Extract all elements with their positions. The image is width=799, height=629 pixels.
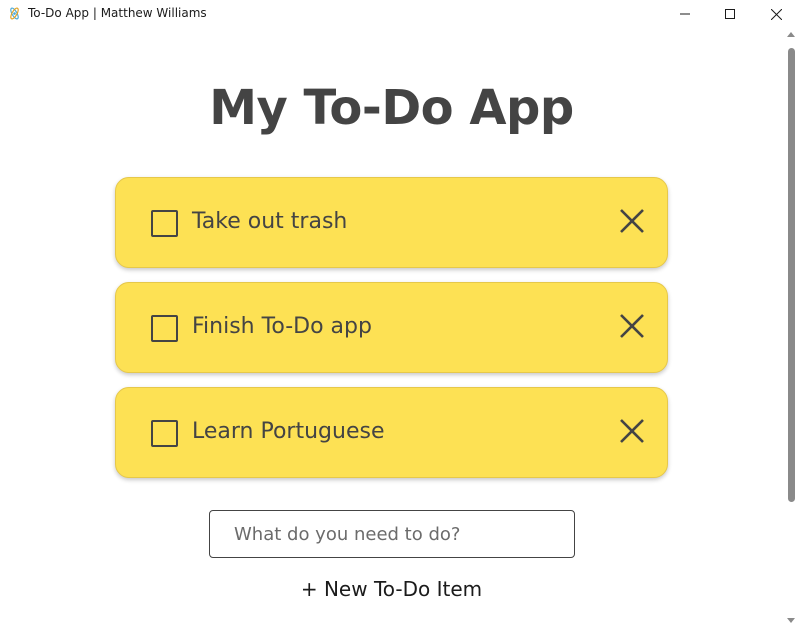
todo-item: Finish To-Do app: [115, 282, 668, 373]
delete-x-icon[interactable]: [618, 207, 646, 235]
todo-item: Take out trash: [115, 177, 668, 268]
todo-checkbox[interactable]: [151, 210, 178, 237]
todo-list: Take out trash Finish To-Do app Learn Po…: [115, 177, 668, 492]
todo-checkbox[interactable]: [151, 315, 178, 342]
maximize-button[interactable]: [707, 0, 753, 28]
todo-checkbox[interactable]: [151, 420, 178, 447]
vertical-scrollbar[interactable]: [783, 28, 799, 629]
new-todo-input[interactable]: [209, 510, 575, 558]
page-title: My To-Do App: [209, 80, 574, 136]
new-todo-button[interactable]: + New To-Do Item: [301, 577, 482, 601]
delete-x-icon[interactable]: [618, 312, 646, 340]
scroll-up-arrow-icon[interactable]: [787, 32, 795, 37]
minimize-button[interactable]: [662, 0, 708, 28]
scroll-down-arrow-icon[interactable]: [787, 618, 795, 623]
close-button[interactable]: [753, 0, 799, 28]
minimize-icon: [680, 13, 690, 15]
maximize-icon: [725, 9, 735, 19]
scrollbar-thumb[interactable]: [788, 48, 795, 502]
todo-label: Learn Portuguese: [192, 419, 385, 444]
delete-x-icon[interactable]: [618, 417, 646, 445]
window-titlebar: To-Do App | Matthew Williams: [0, 0, 799, 28]
window-title: To-Do App | Matthew Williams: [28, 6, 207, 20]
todo-label: Take out trash: [192, 209, 348, 234]
electron-icon: [10, 7, 19, 20]
todo-label: Finish To-Do app: [192, 314, 372, 339]
todo-item: Learn Portuguese: [115, 387, 668, 478]
close-icon: [770, 8, 782, 20]
new-todo-container: + New To-Do Item: [0, 577, 783, 601]
